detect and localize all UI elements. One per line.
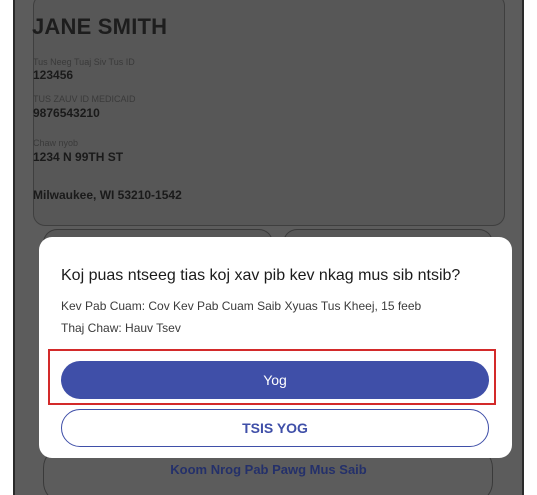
yes-button[interactable]: Yog [61,361,489,399]
join-group-label: Koom Nrog Pab Pawg Mus Saib [170,462,367,477]
medicaid-label: TUS ZAUV ID MEDICAID [33,94,136,104]
address-line1: 1234 N 99TH ST [33,150,124,164]
member-id-label: Tus Neeg Tuaj Siv Tus ID [33,57,135,67]
member-name: JANE SMITH [32,14,168,39]
member-id-value: 123456 [33,68,74,82]
medicaid-value: 9876543210 [33,106,100,120]
address-label: Chaw nyob [33,138,79,148]
address-line2: Milwaukee, WI 53210-1542 [33,188,182,202]
dialog-service-line: Kev Pab Cuam: Cov Kev Pab Cuam Saib Xyua… [61,299,422,313]
dialog-time-line: Thaj Chaw: Hauv Tsev [61,321,181,335]
dialog-question: Koj puas ntseeg tias koj xav pib kev nka… [61,267,461,284]
no-button[interactable]: TSIS YOG [61,409,489,447]
